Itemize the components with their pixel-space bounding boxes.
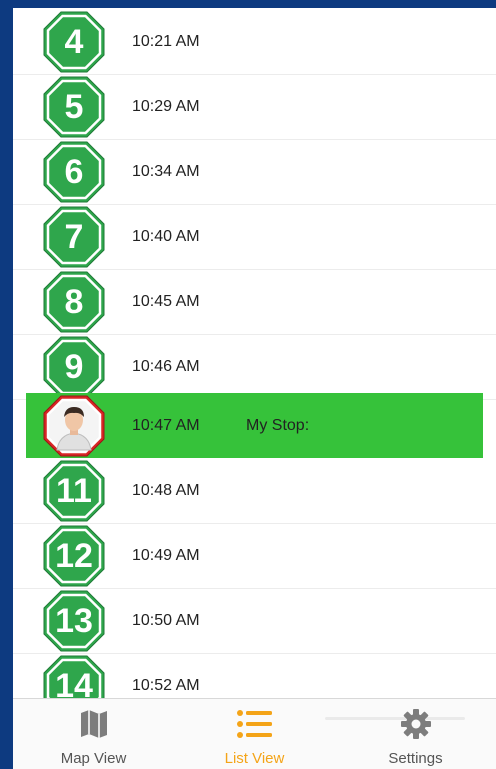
stop-row-13[interactable]: 13 10:50 AM [13, 589, 496, 654]
tab-label: Map View [60, 750, 127, 767]
stop-sign-icon: 7 [43, 206, 105, 268]
stop-number: 4 [64, 23, 84, 61]
arrival-time: 10:52 AM [132, 677, 200, 694]
stop-sign-icon: 11 [43, 460, 105, 522]
tab-label: Settings [388, 750, 443, 767]
stop-number: 8 [64, 283, 84, 321]
arrival-time: 10:50 AM [132, 612, 200, 629]
stop-sign-icon: 13 [43, 590, 105, 652]
stop-row-4[interactable]: 4 10:21 AM [13, 10, 496, 75]
arrival-time: 10:45 AM [132, 293, 200, 310]
stop-sign-icon: 6 [43, 141, 105, 203]
map-icon [79, 708, 109, 745]
arrival-time: 10:47 AM [132, 416, 200, 434]
stop-row-14[interactable]: 14 10:52 AM [13, 654, 496, 698]
stop-row-12[interactable]: 12 10:49 AM [13, 524, 496, 589]
stop-sign-icon: 4 [43, 11, 105, 73]
arrival-time: 10:48 AM [132, 482, 200, 499]
tab-list-view[interactable]: List View [174, 699, 335, 769]
tab-settings[interactable]: Settings [335, 699, 496, 769]
arrival-time: 10:46 AM [132, 358, 200, 375]
my-stop-row[interactable]: 10:47 AM My Stop: [26, 393, 483, 458]
stop-sign-icon: 5 [43, 76, 105, 138]
stop-sign-icon: 9 [43, 336, 105, 398]
my-stop-label: My Stop: [246, 416, 310, 434]
stop-number: 12 [55, 537, 93, 575]
tab-label: List View [224, 750, 285, 767]
stop-sign-icon: 14 [43, 655, 105, 698]
tab-bar: Map View List View Settings [13, 698, 496, 769]
stop-number: 6 [64, 153, 84, 191]
app-panel: 4 10:21 AM 5 10:29 AM 6 10:34 AM 7 10:40… [13, 8, 496, 769]
stop-row-6[interactable]: 6 10:34 AM [13, 140, 496, 205]
stop-number: 7 [64, 218, 84, 256]
stop-sign-icon: 12 [43, 525, 105, 587]
top-frame [0, 0, 496, 8]
arrival-time: 10:34 AM [132, 163, 200, 180]
tab-map-view[interactable]: Map View [13, 699, 174, 769]
stop-list[interactable]: 4 10:21 AM 5 10:29 AM 6 10:34 AM 7 10:40… [13, 8, 496, 698]
gear-icon [400, 708, 432, 745]
stop-number: 5 [64, 88, 84, 126]
stop-sign-icon: 8 [43, 271, 105, 333]
stop-number: 14 [55, 667, 93, 698]
stop-number: 13 [55, 602, 93, 640]
stop-row-9[interactable]: 9 10:46 AM [13, 335, 496, 400]
list-icon [236, 708, 274, 745]
stop-row-7[interactable]: 7 10:40 AM [13, 205, 496, 270]
stop-row-8[interactable]: 8 10:45 AM [13, 270, 496, 335]
arrival-time: 10:21 AM [132, 33, 200, 50]
stop-number: 11 [56, 472, 92, 510]
arrival-time: 10:40 AM [132, 228, 200, 245]
person-avatar-icon [43, 395, 105, 457]
arrival-time: 10:29 AM [132, 98, 200, 115]
stop-row-11[interactable]: 11 10:48 AM [13, 459, 496, 524]
stop-row-5[interactable]: 5 10:29 AM [13, 75, 496, 140]
arrival-time: 10:49 AM [132, 547, 200, 564]
stop-number: 9 [64, 348, 84, 386]
